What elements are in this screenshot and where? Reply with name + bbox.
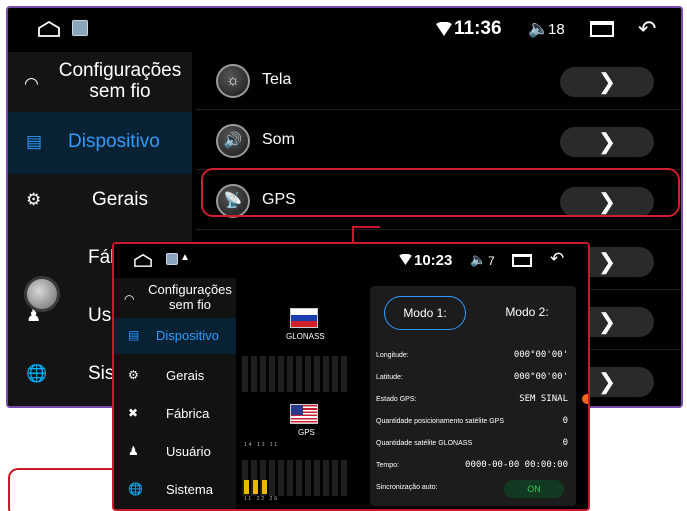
info-key: Sincronização auto: <box>376 484 438 491</box>
gps-highlight-box <box>201 168 680 217</box>
satellite-signal-panel: GLONASS GPS 14 13 11 11 22 26 <box>236 278 366 509</box>
usa-flag-icon <box>290 404 318 424</box>
brightness-icon: ☼ <box>216 64 250 98</box>
info-key: Tempo: <box>376 462 399 469</box>
info-row-auto-sync: Sincronização auto: ON <box>376 478 572 500</box>
info-value: 0 <box>562 438 568 448</box>
auto-sync-toggle[interactable]: ON <box>504 480 564 498</box>
info-row-gps-satellites: Quantidade posicionamento satélite GPS 0 <box>376 412 572 432</box>
satellite-ids: 14 13 11 <box>244 442 280 448</box>
app-icon[interactable] <box>166 253 178 265</box>
sidebar-item-user[interactable]: ♟ Usuário <box>114 434 236 470</box>
recents-icon[interactable] <box>512 254 532 267</box>
back-arrow-icon[interactable]: ↶ <box>550 249 564 269</box>
open-button[interactable]: ❯ <box>560 67 654 97</box>
gps-label: GPS <box>298 428 315 437</box>
sidebar-item-device[interactable]: ▤ Dispositivo <box>114 318 236 354</box>
wifi-signal-icon <box>436 22 452 36</box>
back-arrow-icon[interactable]: ↶ <box>638 16 656 42</box>
glonass-signal-bars <box>242 356 362 392</box>
sidebar-item-label: Sistema <box>166 482 213 497</box>
gps-signal-strength <box>244 476 271 494</box>
mode-1-button[interactable]: Modo 1: <box>384 296 466 330</box>
speaker-icon: 🔊 <box>216 124 250 158</box>
gps-info-panel: Modo 1: Modo 2: Longitude: 000°00'00' La… <box>370 286 576 506</box>
volume-icon[interactable]: 🔈 <box>528 19 549 39</box>
volume-level: 7 <box>488 254 495 268</box>
glonass-label: GLONASS <box>286 332 325 341</box>
highlight-box <box>8 468 114 511</box>
sidebar-item-general[interactable]: ⚙ Gerais <box>8 170 192 232</box>
gear-icon: ⚙ <box>128 368 139 382</box>
list-item-sound[interactable]: 🔊 Som ❯ <box>196 112 681 170</box>
info-key: Estado GPS: <box>376 396 417 403</box>
info-row-gps-state: Estado GPS: SEM SINAL <box>376 390 572 410</box>
sidebar-item-factory[interactable]: ✖ Fábrica <box>114 396 236 432</box>
satellite-ids: 11 22 26 <box>244 496 280 502</box>
settings-sidebar: ◠ Configurações sem fio ▤ Dispositivo ⚙ … <box>114 278 236 509</box>
user-icon: ♟ <box>128 444 139 458</box>
mode-2-button[interactable]: Modo 2: <box>486 296 568 330</box>
wrench-icon: ✖ <box>128 406 139 420</box>
clock: 11:36 <box>454 18 502 39</box>
sidebar-item-label: Gerais <box>92 189 148 210</box>
info-row-time: Tempo: 0000-00-00 00:00:00 <box>376 456 572 476</box>
screenshot-stage: 11:36 🔈 18 ↶ ◠ Configurações sem fio ▤ D… <box>0 0 687 511</box>
list-item-screen[interactable]: ☼ Tela ❯ <box>196 52 681 110</box>
recents-icon[interactable] <box>590 21 614 37</box>
sidebar-item-label: Dispositivo <box>156 328 219 343</box>
gps-screen: ▲ 10:23 🔈 7 ↶ ◠ Configurações sem fio ▤ … <box>112 242 590 511</box>
status-bar: ▲ 10:23 🔈 7 ↶ <box>114 244 588 278</box>
info-row-glonass-satellites: Quantidade satélite GLONASS 0 <box>376 434 572 454</box>
upload-icon: ▲ <box>180 252 190 263</box>
info-key: Quantidade posicionamento satélite GPS <box>376 418 505 425</box>
wifi-signal-icon <box>399 254 412 265</box>
info-value: 0000-00-00 00:00:00 <box>465 460 568 470</box>
list-item-label: Som <box>262 131 295 148</box>
callout-connector <box>352 226 354 242</box>
home-icon[interactable] <box>38 21 60 37</box>
status-bar: 11:36 🔈 18 ↶ <box>8 8 681 52</box>
sidebar-item-label: Configurações sem fio <box>148 282 232 312</box>
sidebar-item-device[interactable]: ▤ Dispositivo <box>8 112 192 174</box>
wifi-icon: ◠ <box>124 292 135 306</box>
sidebar-item-general[interactable]: ⚙ Gerais <box>114 358 236 394</box>
home-icon[interactable] <box>134 254 152 267</box>
callout-connector <box>352 226 380 228</box>
globe-icon: 🌐 <box>26 364 48 383</box>
volume-icon[interactable]: 🔈 <box>470 252 486 268</box>
sidebar-item-wireless[interactable]: ◠ Configurações sem fio <box>114 280 236 322</box>
clock: 10:23 <box>414 252 453 269</box>
wifi-icon: ◠ <box>24 74 39 93</box>
info-value: 000°00'00' <box>513 350 568 360</box>
sidebar-item-label: Fábrica <box>166 406 210 421</box>
monitor-icon: ▤ <box>26 132 43 151</box>
open-button[interactable]: ❯ <box>560 127 654 157</box>
info-row-latitude: Latitude: 000°00'00' <box>376 368 572 388</box>
volume-level: 18 <box>548 21 565 38</box>
gear-icon: ⚙ <box>26 190 42 209</box>
sidebar-item-label: Dispositivo <box>68 131 160 152</box>
magnifier-icon <box>24 276 60 312</box>
sidebar-item-label: Usuário <box>166 444 211 459</box>
sidebar-item-system[interactable]: 🌐 Sistema <box>114 472 236 508</box>
info-row-longitude: Longitude: 000°00'00' <box>376 346 572 366</box>
sidebar-item-label: Gerais <box>166 368 205 383</box>
monitor-icon: ▤ <box>128 328 140 342</box>
info-value: 0 <box>562 416 568 426</box>
floating-indicator <box>582 394 588 404</box>
sidebar-item-label: Configurações sem fio <box>58 60 182 102</box>
info-value: 000°00'00' <box>513 372 568 382</box>
list-item-label: Tela <box>262 71 292 88</box>
info-key: Latitude: <box>376 374 403 381</box>
info-value: SEM SINAL <box>519 394 568 404</box>
app-icon[interactable] <box>72 20 88 36</box>
globe-icon: 🌐 <box>128 482 143 496</box>
info-key: Longitude: <box>376 352 409 359</box>
russia-flag-icon <box>290 308 318 328</box>
info-key: Quantidade satélite GLONASS <box>376 440 473 447</box>
